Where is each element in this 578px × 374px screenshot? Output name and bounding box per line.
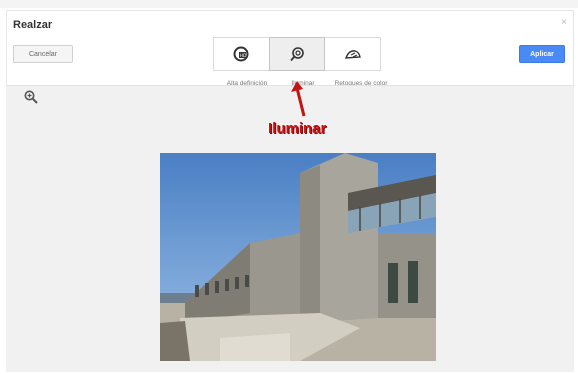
preview-photo xyxy=(160,153,436,361)
dialog-title: Realzar xyxy=(13,19,53,31)
apply-button[interactable]: Aplicar xyxy=(519,45,565,63)
tool-illuminate-button[interactable] xyxy=(269,37,325,71)
enhance-tools: HD Alta definición Iluminar Retoques de … xyxy=(213,37,389,87)
annotation-text: Iluminar xyxy=(268,120,327,137)
close-icon[interactable]: × xyxy=(561,17,567,28)
annotation-arrow xyxy=(291,81,306,117)
color-touch-icon xyxy=(344,50,361,59)
illuminate-icon xyxy=(290,47,304,62)
zoom-in-icon[interactable] xyxy=(24,90,38,104)
svg-text:HD: HD xyxy=(240,53,247,59)
tool-color-button[interactable] xyxy=(325,37,381,71)
top-strip xyxy=(0,0,578,8)
cancel-button[interactable]: Cancelar xyxy=(13,45,73,63)
tool-hd-button[interactable]: HD xyxy=(213,37,269,71)
hd-enhance-icon: HD xyxy=(233,46,249,62)
